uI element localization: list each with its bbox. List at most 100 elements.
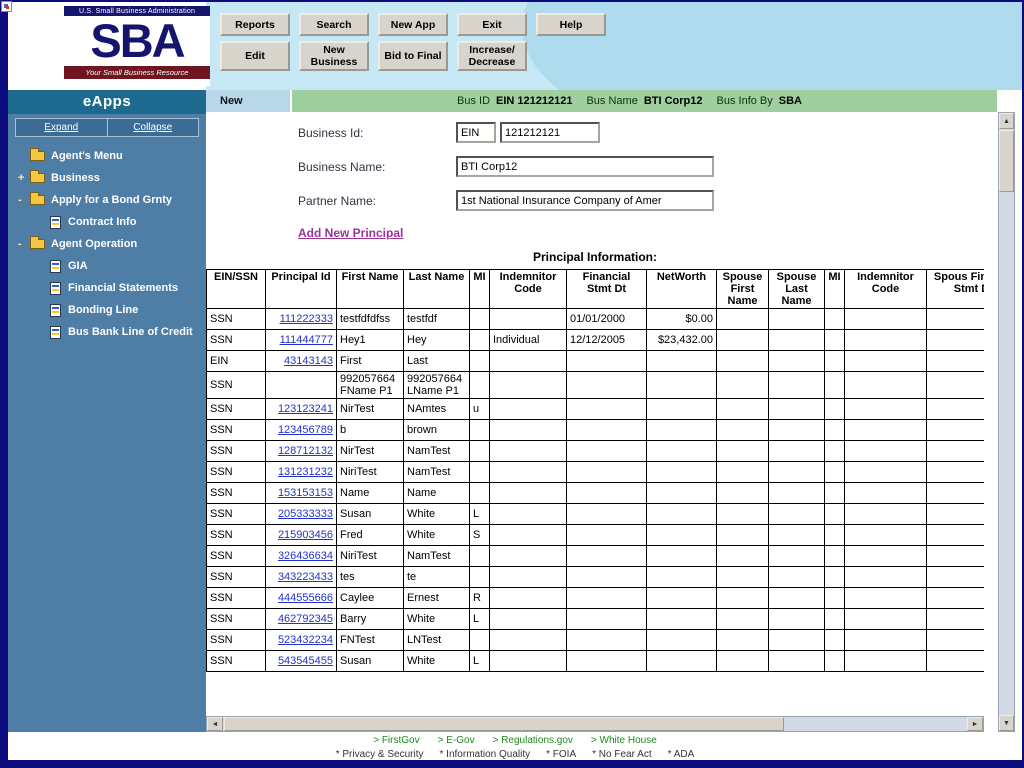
- scroll-left-icon[interactable]: ◄: [207, 717, 223, 731]
- cell-financial_stmt_dt: [567, 567, 647, 588]
- business-name-row: Business Name:: [298, 156, 984, 177]
- principal-id-link[interactable]: 131231232: [278, 466, 333, 478]
- footer-link-no-fear-act[interactable]: * No Fear Act: [592, 749, 651, 760]
- footer-link-regulations-gov[interactable]: > Regulations.gov: [493, 735, 573, 746]
- horizontal-scrollbar[interactable]: ◄ ►: [206, 716, 984, 732]
- cell-spouse_stmt: [927, 525, 985, 546]
- business-name-input[interactable]: [456, 156, 714, 177]
- toolbar-button-exit[interactable]: Exit: [457, 13, 527, 36]
- app-header: U.S. Small Business Administration SBA Y…: [8, 2, 1022, 90]
- vertical-scrollbar[interactable]: ▲ ▼: [998, 112, 1015, 732]
- collapse-button[interactable]: Collapse: [108, 119, 199, 136]
- cell-ein_ssn: SSN: [207, 525, 266, 546]
- sidebar-item-apply-for-a-bond-grnty[interactable]: -Apply for a Bond Grnty: [8, 189, 206, 211]
- toolbar-button-bid-to-final[interactable]: Bid to Final: [378, 41, 448, 71]
- vertical-scroll-thumb[interactable]: [999, 130, 1014, 192]
- cell-spouse_stmt: [927, 351, 985, 372]
- tab-new[interactable]: New: [206, 90, 290, 112]
- footer-link-e-gov[interactable]: > E-Gov: [438, 735, 475, 746]
- cell-networth: [647, 567, 717, 588]
- toolbar-button-edit[interactable]: Edit: [220, 41, 290, 71]
- principal-id-link[interactable]: 326436634: [278, 550, 333, 562]
- tree-toggle-icon[interactable]: -: [18, 238, 30, 250]
- column-header-11-indemnitor-code: Indemnitor Code: [845, 270, 927, 309]
- cell-financial_stmt_dt: [567, 420, 647, 441]
- cell-spouse_stmt: [927, 399, 985, 420]
- horizontal-scroll-thumb[interactable]: [224, 717, 784, 731]
- cell-spouse_first: [717, 309, 769, 330]
- toolbar-button-reports[interactable]: Reports: [220, 13, 290, 36]
- business-id-number-input[interactable]: [500, 122, 600, 143]
- table-row: SSN523432234FNTestLNTest: [207, 630, 985, 651]
- scroll-down-icon[interactable]: ▼: [999, 715, 1014, 731]
- cell-networth: [647, 546, 717, 567]
- sidebar-item-financial-statements[interactable]: Financial Statements: [8, 277, 206, 299]
- principal-id-link[interactable]: 43143143: [284, 355, 333, 367]
- principal-id-link[interactable]: 543545455: [278, 655, 333, 667]
- principal-id-link[interactable]: 215903456: [278, 529, 333, 541]
- cell-networth: [647, 441, 717, 462]
- principal-id-link[interactable]: 523432234: [278, 634, 333, 646]
- partner-name-input[interactable]: [456, 190, 714, 211]
- expand-button[interactable]: Expand: [16, 119, 108, 136]
- sidebar-item-contract-info[interactable]: Contract Info: [8, 211, 206, 233]
- cell-mi: [470, 330, 490, 351]
- toolbar-button-new-app[interactable]: New App: [378, 13, 448, 36]
- table-row: SSN111444777Hey1HeyIndividual12/12/2005$…: [207, 330, 985, 351]
- cell-indemnitor_code: [490, 588, 567, 609]
- table-row: SSN131231232NiriTestNamTest: [207, 462, 985, 483]
- footer-link-white-house[interactable]: > White House: [591, 735, 657, 746]
- principal-id-link[interactable]: 462792345: [278, 613, 333, 625]
- principal-id-link[interactable]: 205333333: [278, 508, 333, 520]
- footer-link-ada[interactable]: * ADA: [668, 749, 695, 760]
- cell-spouse_first: [717, 372, 769, 399]
- cell-mi: [470, 462, 490, 483]
- cell-networth: [647, 630, 717, 651]
- principal-id-link[interactable]: 153153153: [278, 487, 333, 499]
- tree-toggle-icon[interactable]: +: [18, 172, 30, 184]
- principal-id-link[interactable]: 111222333: [280, 313, 333, 325]
- toolbar-button-increase-decrease[interactable]: Increase/ Decrease: [457, 41, 527, 71]
- sidebar-item-bus-bank-line-of-credit[interactable]: Bus Bank Line of Credit: [8, 321, 206, 343]
- principal-id-link[interactable]: 343223433: [278, 571, 333, 583]
- principal-id-link[interactable]: 111444777: [280, 334, 333, 346]
- sidebar-item-bonding-line[interactable]: Bonding Line: [8, 299, 206, 321]
- cell-mi: [470, 351, 490, 372]
- sidebar-item-label: Bonding Line: [68, 304, 138, 316]
- content-area: Business Id: Business Name: Partner Name…: [206, 112, 984, 716]
- sidebar-item-agent-operation[interactable]: -Agent Operation: [8, 233, 206, 255]
- tree-toggle-icon[interactable]: -: [18, 194, 30, 206]
- cell-networth: [647, 351, 717, 372]
- cell-spouse_code: [845, 525, 927, 546]
- sba-tagline: Your Small Business Resource: [64, 66, 210, 79]
- footer-link-firstgov[interactable]: > FirstGov: [373, 735, 419, 746]
- cell-indemnitor_code: [490, 609, 567, 630]
- principal-id-link[interactable]: 123123241: [278, 403, 333, 415]
- cell-financial_stmt_dt: [567, 651, 647, 672]
- cell-mi: [470, 567, 490, 588]
- principal-id-link[interactable]: 444555666: [278, 592, 333, 604]
- sidebar-item-agent-s-menu[interactable]: Agent's Menu: [8, 145, 206, 167]
- footer-link-information-quality[interactable]: * Information Quality: [440, 749, 531, 760]
- cell-principal_id: 43143143: [266, 351, 337, 372]
- scroll-right-icon[interactable]: ►: [967, 717, 983, 731]
- principal-id-link[interactable]: 123456789: [278, 424, 333, 436]
- footer-link-privacy-security[interactable]: * Privacy & Security: [336, 749, 424, 760]
- toolbar-button-help[interactable]: Help: [536, 13, 606, 36]
- toolbar-button-new-business[interactable]: New Business: [299, 41, 369, 71]
- toolbar-button-search[interactable]: Search: [299, 13, 369, 36]
- principal-id-link[interactable]: 128712132: [278, 445, 333, 457]
- cell-indemnitor_code: [490, 630, 567, 651]
- toolbar-row-2: Edit New Business Bid to Final Increase/ De…: [220, 41, 606, 71]
- scroll-up-icon[interactable]: ▲: [999, 113, 1014, 129]
- sidebar-item-gia[interactable]: GIA: [8, 255, 206, 277]
- sidebar-item-business[interactable]: +Business: [8, 167, 206, 189]
- status-bus-info-by: Bus Info BySBA: [717, 95, 803, 107]
- cell-mi: [470, 546, 490, 567]
- cell-last_name: NAmtes: [404, 399, 470, 420]
- cell-spouse_first: [717, 462, 769, 483]
- business-id-type-input[interactable]: [456, 122, 496, 143]
- cell-first_name: FNTest: [337, 630, 404, 651]
- add-new-principal-link[interactable]: Add New Principal: [298, 226, 403, 240]
- footer-link-foia[interactable]: * FOIA: [546, 749, 576, 760]
